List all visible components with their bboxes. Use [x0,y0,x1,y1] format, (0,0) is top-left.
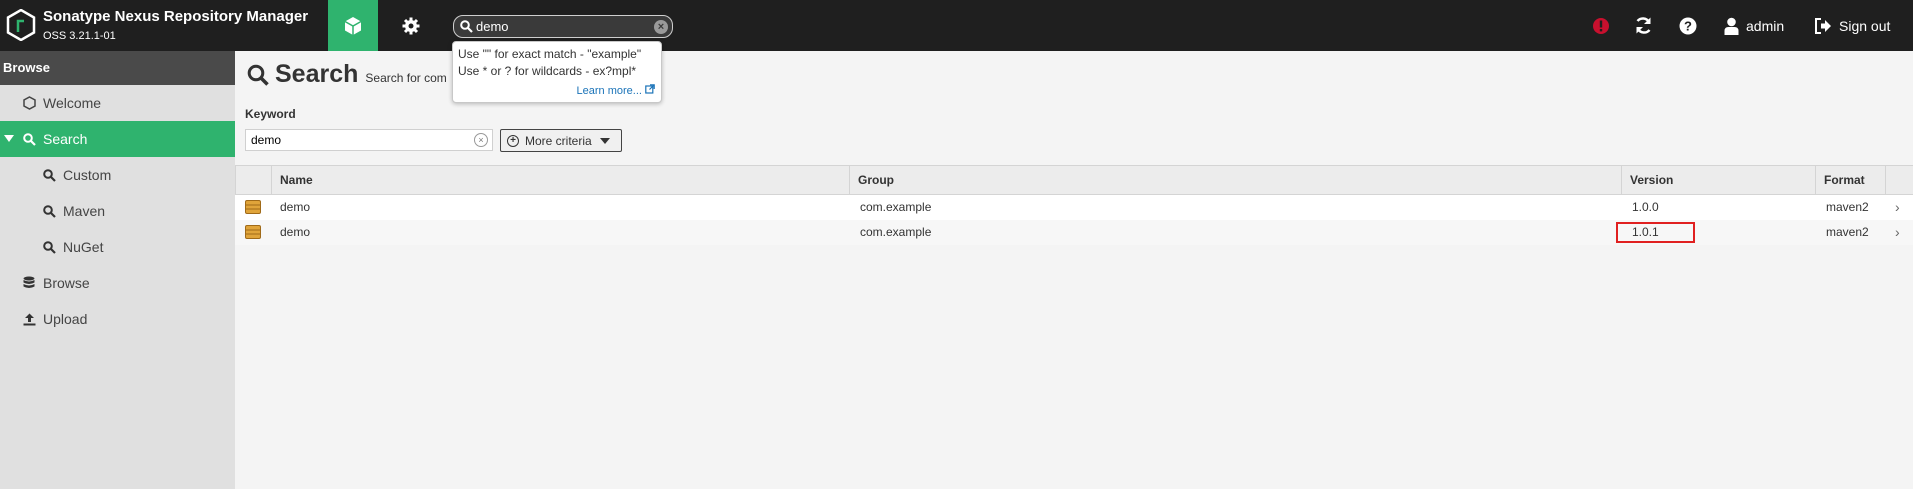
column-header-format[interactable]: Format [1815,166,1885,194]
page-subtitle: Search for com [365,71,447,85]
tooltip-wildcards: Use * or ? for wildcards - ex?mpl* [458,64,637,78]
sign-out-icon [1815,17,1831,34]
system-alert-button[interactable] [1592,0,1610,51]
cube-icon [344,16,362,35]
page-title-text: Search [275,60,359,88]
table-row[interactable]: demo com.example 1.0.1 maven2 › [235,220,1913,245]
table-row[interactable]: demo com.example 1.0.0 maven2 › [235,195,1913,220]
database-icon [22,276,36,290]
sidebar-item-label: Search [43,131,88,147]
icon-column-header [235,166,271,194]
external-link-icon [645,84,655,94]
chevron-right-icon[interactable]: › [1895,195,1900,220]
sidebar-item-search[interactable]: Search [0,121,235,157]
sidebar-item-upload[interactable]: Upload [0,301,235,337]
admin-mode-button[interactable] [396,0,426,51]
sign-out-button[interactable]: Sign out [1814,0,1890,51]
quick-search-input[interactable] [476,18,646,35]
caret-down-icon [4,135,14,142]
hexagon-icon [22,96,36,110]
tooltip-exact-match: Use "" for exact match - "example" [458,47,642,61]
page-title: Search Search for com [247,60,447,89]
keyword-field[interactable]: × [245,129,493,151]
sidebar-item-browse[interactable]: Browse [0,265,235,301]
brand-version: OSS 3.21.1-01 [43,30,116,42]
refresh-button[interactable] [1634,0,1653,51]
cell-format: maven2 [1826,200,1869,214]
search-icon [42,168,56,182]
cell-format: maven2 [1826,225,1869,239]
sidebar-item-label: Maven [63,203,106,219]
help-icon: ? [1679,17,1697,34]
version-highlight-box [1616,222,1695,243]
sidebar-item-nuget[interactable]: NuGet [0,229,235,265]
more-criteria-label: More criteria [525,133,592,148]
search-icon [22,132,36,146]
clear-search-icon[interactable]: × [654,20,668,34]
chevron-down-icon [599,137,610,144]
sidebar-heading: Browse [0,51,235,85]
username-label: admin [1746,17,1785,34]
package-icon [245,225,261,239]
learn-more-link[interactable]: Learn more... [577,84,655,97]
cell-group: com.example [860,225,932,239]
search-help-tooltip: Use "" for exact match - "example" Use *… [452,41,662,103]
cell-name: demo [280,225,311,239]
cell-group: com.example [860,200,932,214]
upload-icon [22,312,36,326]
sidebar-item-label: Welcome [43,95,102,111]
grid-header: Name Group Version Format [235,165,1913,195]
sidebar: Browse Welcome Search Custom Maven NuGet [0,51,235,489]
cell-version: 1.0.0 [1632,200,1659,214]
sidebar-item-custom[interactable]: Custom [0,157,235,193]
sidebar-item-label: Upload [43,311,88,327]
column-header-version[interactable]: Version [1621,166,1815,194]
alert-icon [1593,17,1609,34]
column-header-group[interactable]: Group [849,166,1621,194]
sidebar-item-label: Custom [63,167,112,183]
sidebar-item-maven[interactable]: Maven [0,193,235,229]
user-icon [1724,17,1739,35]
browse-mode-button[interactable] [328,0,378,51]
sign-out-label: Sign out [1839,17,1891,34]
help-button[interactable]: ? [1679,0,1697,51]
search-results-grid: Name Group Version Format demo com.examp… [235,165,1913,245]
clear-keyword-icon[interactable]: × [474,133,488,147]
package-icon [245,200,261,214]
keyword-input[interactable] [246,130,466,150]
search-icon [42,240,56,254]
user-menu[interactable]: admin [1724,0,1784,51]
refresh-icon [1636,17,1651,34]
expander-column-header [1885,166,1913,194]
more-criteria-button[interactable]: + More criteria [500,129,622,152]
brand-title: Sonatype Nexus Repository Manager [43,8,309,25]
quick-search-box[interactable]: × [453,15,673,38]
main-content: Search Search for com Keyword × + More c… [235,51,1913,489]
search-icon [247,64,269,86]
sidebar-item-label: Browse [43,275,90,291]
learn-more-label: Learn more... [576,85,642,97]
nexus-logo[interactable] [6,9,36,41]
sidebar-item-label: NuGet [63,239,104,255]
chevron-right-icon[interactable]: › [1895,220,1900,245]
cell-name: demo [280,200,311,214]
svg-text:?: ? [1684,18,1692,33]
column-header-name[interactable]: Name [271,166,885,194]
sidebar-item-welcome[interactable]: Welcome [0,85,235,121]
search-icon [460,20,473,33]
search-icon [42,204,56,218]
keyword-label: Keyword [245,107,296,121]
top-header: Sonatype Nexus Repository Manager OSS 3.… [0,0,1913,51]
plus-circle-icon: + [507,134,519,147]
gear-icon [402,17,420,34]
